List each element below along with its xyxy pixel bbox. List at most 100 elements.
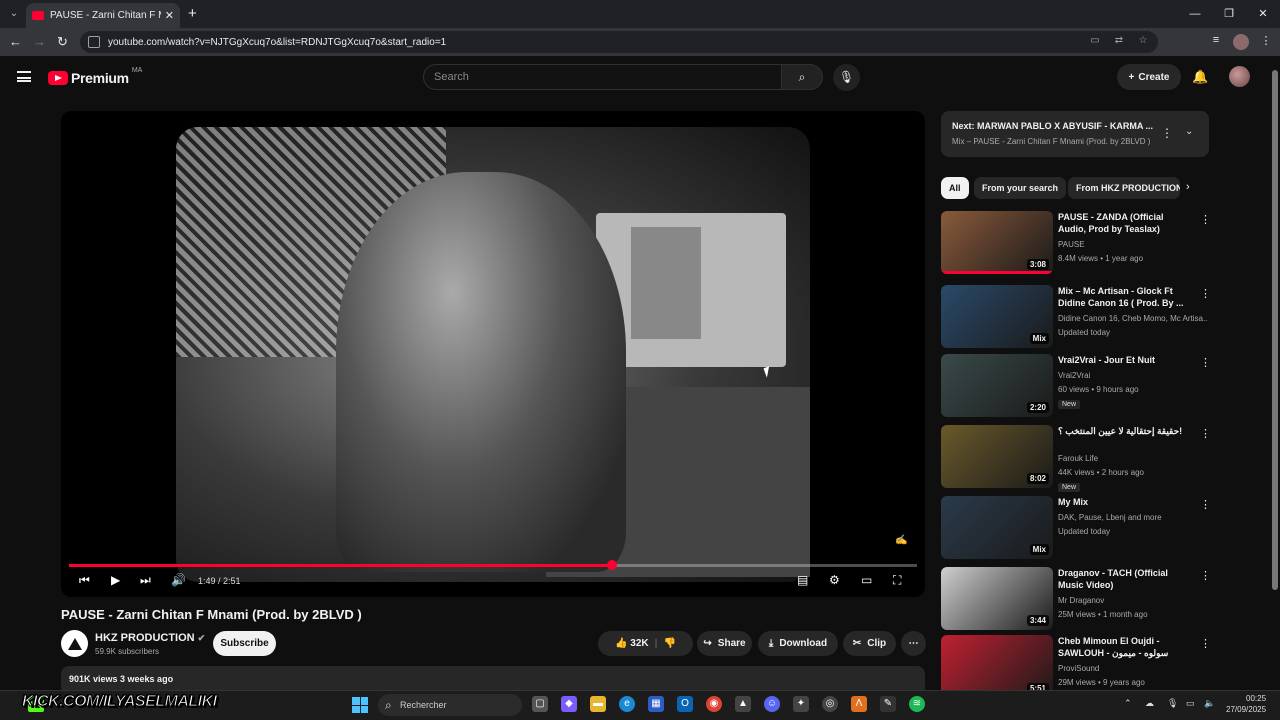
profile-avatar-icon[interactable] <box>1233 34 1249 50</box>
fullscreen-icon[interactable]: ⛶ <box>893 573 901 589</box>
next-icon[interactable]: ⏭ <box>140 573 151 589</box>
back-icon[interactable]: ← <box>9 34 22 49</box>
app-dark-icon[interactable]: ✎ <box>880 696 896 712</box>
recommendation-item[interactable]: Mix My Mix DAK, Pause, Lbenj and more Updat… <box>941 496 1211 560</box>
recommendation-item[interactable]: 8:02 حقيقة إحتقالية لا عيين المنتخب ؟! Far… <box>941 425 1211 492</box>
more-vertical-icon[interactable]: ⋮ <box>1200 569 1211 582</box>
recommendation-item[interactable]: 3:08 PAUSE - ZANDA (Official Audio, Prod … <box>941 211 1211 275</box>
discord-icon[interactable]: ☺ <box>764 696 780 712</box>
bookmark-star-icon[interactable]: ☆ <box>1136 35 1150 49</box>
download-button[interactable]: ⤓ Download <box>758 631 838 656</box>
channel-name[interactable]: HKZ PRODUCTION ✔ <box>95 632 205 644</box>
network-icon[interactable]: ▭ <box>1186 698 1195 709</box>
microphone-tray-icon[interactable]: 🎙 <box>1167 698 1178 709</box>
obs-icon[interactable]: ◎ <box>822 696 838 712</box>
more-vertical-icon[interactable]: ⋮ <box>1200 498 1211 511</box>
share-button[interactable]: ↪ Share <box>697 631 752 656</box>
video-thumbnail[interactable]: Mix <box>941 285 1053 348</box>
minimize-icon[interactable]: — <box>1178 0 1212 28</box>
clip-button[interactable]: ✂ Clip <box>843 631 896 656</box>
play-icon[interactable]: ▶ <box>111 573 120 589</box>
video-player[interactable]: ✍ ⏮ ▶ ⏭ 🔊 1:49 / 2:51 ▤ ⚙ ▭ ⛶ <box>61 111 925 597</box>
subscribe-button[interactable]: Subscribe <box>213 631 276 656</box>
chevron-down-icon[interactable]: ⌄ <box>1185 126 1193 137</box>
chip-from-channel[interactable]: From HKZ PRODUCTION <box>1068 177 1180 199</box>
new-tab-icon[interactable]: + <box>188 5 197 22</box>
more-vertical-icon[interactable]: ⋮ <box>1200 213 1211 226</box>
chevron-right-icon[interactable]: › <box>1186 181 1190 193</box>
chrome-menu-icon[interactable]: ⋮ <box>1258 34 1274 50</box>
more-vertical-icon[interactable]: ⋮ <box>1161 126 1173 140</box>
youtube-premium-logo[interactable]: Premium MA <box>48 67 142 86</box>
more-vertical-icon[interactable]: ⋮ <box>1200 427 1211 440</box>
previous-icon[interactable]: ⏮ <box>79 573 90 589</box>
close-tab-icon[interactable]: ✕ <box>165 9 174 22</box>
browser-tab-active[interactable]: PAUSE - Zarni Chitan F Mnami ( ✕ <box>26 3 180 28</box>
site-info-icon[interactable] <box>88 36 100 48</box>
copilot-icon[interactable]: ◆ <box>561 696 577 712</box>
recommendation-item[interactable]: Mix Mix – Mc Artisan - Glock Ft Didine Ca… <box>941 285 1211 349</box>
video-thumbnail[interactable]: Mix <box>941 496 1053 559</box>
search-button[interactable]: ⌕ <box>781 64 823 90</box>
reload-icon[interactable]: ↻ <box>57 34 68 50</box>
playlist-next-panel[interactable]: Next: MARWAN PABLO X ABYUSIF - KARMA ...… <box>941 111 1209 157</box>
video-thumbnail[interactable]: 3:08 <box>941 211 1053 274</box>
chrome-icon[interactable]: ◉ <box>706 696 722 712</box>
video-thumbnail[interactable]: 8:02 <box>941 425 1053 488</box>
video-thumbnail[interactable]: 2:20 <box>941 354 1053 417</box>
page-scrollbar[interactable] <box>1270 56 1280 690</box>
theater-mode-icon[interactable]: ▭ <box>861 573 872 589</box>
tab-search-icon[interactable]: ⌄ <box>6 6 22 22</box>
video-thumbnail[interactable]: 3:44 <box>941 567 1053 630</box>
duration-badge: 2:20 <box>1026 402 1049 413</box>
translate-icon[interactable]: ⇄ <box>1112 35 1126 49</box>
edge-icon[interactable]: e <box>619 696 635 712</box>
more-vertical-icon[interactable]: ⋮ <box>1200 637 1211 650</box>
store-icon[interactable]: ▦ <box>648 696 664 712</box>
menu-hamburger-icon[interactable] <box>17 71 31 82</box>
windows-start-icon[interactable] <box>352 697 368 713</box>
cloud-icon[interactable]: ☁ <box>1145 698 1154 709</box>
search-input[interactable]: Search <box>423 64 782 90</box>
like-button[interactable]: 👍 32K <box>615 638 649 649</box>
dislike-button[interactable]: 👎 <box>663 638 675 649</box>
progress-bar[interactable] <box>69 560 917 570</box>
settings-gear-icon[interactable]: ⚙ <box>829 573 840 589</box>
account-avatar[interactable] <box>1229 66 1250 87</box>
voice-search-button[interactable]: 🎙 <box>833 64 860 91</box>
tray-chevron-icon[interactable]: ⌃ <box>1124 698 1132 709</box>
task-view-icon[interactable]: ▢ <box>532 696 548 712</box>
recommendation-item[interactable]: 2:20 Vrai2Vrai - Jour Et Nuit Vrai2Vrai 60 … <box>941 354 1211 418</box>
recommendation-item[interactable]: 3:44 Draganov - TACH (Official Music Vide… <box>941 567 1211 631</box>
game-controller-icon[interactable]: ✦ <box>793 696 809 712</box>
speaker-icon[interactable]: 🔈 <box>1204 698 1215 709</box>
video-thumbnail[interactable]: 5:51 <box>941 635 1053 698</box>
system-clock[interactable]: 00:25 27/09/2025 <box>1226 693 1266 715</box>
scrubber-handle[interactable] <box>606 560 617 570</box>
create-button[interactable]: + Create <box>1117 64 1181 90</box>
photos-icon[interactable]: ▲ <box>735 696 751 712</box>
more-vertical-icon[interactable]: ⋮ <box>1200 356 1211 369</box>
channel-avatar[interactable] <box>61 630 88 657</box>
scrollbar-thumb[interactable] <box>1272 70 1278 590</box>
file-explorer-icon[interactable]: ▬ <box>590 696 606 712</box>
subtitles-icon[interactable]: ▤ <box>797 573 808 589</box>
app-orange-icon[interactable]: Λ <box>851 696 867 712</box>
taskbar-search[interactable]: Rechercher <box>378 694 522 716</box>
more-actions-button[interactable]: ⋯ <box>901 631 926 656</box>
volume-icon[interactable]: 🔊 <box>171 573 186 589</box>
chip-all[interactable]: All <box>941 177 969 199</box>
outlook-icon[interactable]: O <box>677 696 693 712</box>
cast-icon[interactable]: ▭ <box>1088 35 1102 49</box>
notifications-bell-icon[interactable]: 🔔 <box>1192 69 1208 85</box>
more-vertical-icon[interactable]: ⋮ <box>1200 287 1211 300</box>
chip-from-your-search[interactable]: From your search <box>974 177 1067 199</box>
forward-icon[interactable]: → <box>33 34 46 49</box>
spotify-icon[interactable]: ≋ <box>909 696 925 712</box>
address-bar[interactable]: youtube.com/watch?v=NJTGgXcuq7o&list=RDN… <box>80 31 1158 53</box>
restore-icon[interactable]: ❐ <box>1212 0 1246 28</box>
watched-progress-bar <box>941 271 1053 274</box>
media-control-icon[interactable]: ≡ <box>1208 34 1224 50</box>
close-window-icon[interactable]: ✕ <box>1246 0 1280 28</box>
verified-icon: ✔ <box>197 633 206 643</box>
